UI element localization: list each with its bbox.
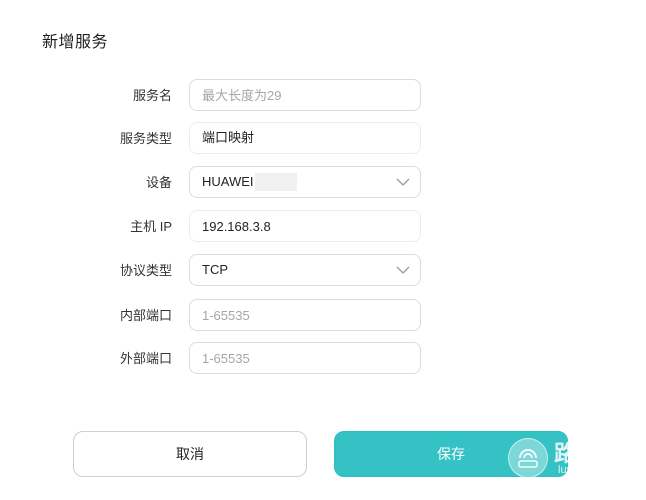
host-ip-row: 主机 IP <box>0 210 646 244</box>
page-title: 新增服务 <box>42 34 109 51</box>
watermark-url: luyouqi.com <box>558 464 617 476</box>
chevron-down-icon <box>396 178 410 186</box>
watermark: 路由器 luyouqi.com <box>508 436 638 484</box>
host-ip-input[interactable] <box>189 210 421 242</box>
service-type-value: 端口映射 <box>189 122 421 154</box>
protocol-label: 协议类型 <box>119 263 172 278</box>
device-label: 设备 <box>145 175 172 190</box>
host-ip-label: 主机 IP <box>130 219 172 234</box>
service-name-input[interactable] <box>189 79 421 111</box>
router-logo-icon <box>508 438 548 478</box>
service-name-label: 服务名 <box>132 88 172 103</box>
service-type-label: 服务类型 <box>119 131 172 146</box>
internal-port-input[interactable] <box>189 299 421 331</box>
device-name-redacted <box>255 173 297 191</box>
chevron-down-icon <box>396 266 410 274</box>
cancel-button[interactable]: 取消 <box>73 431 307 477</box>
device-select[interactable]: HUAWEI <box>189 166 421 198</box>
internal-port-row: 内部端口 <box>0 299 646 333</box>
service-name-row: 服务名 <box>0 79 646 113</box>
service-type-row: 服务类型 端口映射 <box>0 122 646 156</box>
internal-port-label: 内部端口 <box>119 308 172 323</box>
protocol-row: 协议类型 TCP <box>0 254 646 288</box>
external-port-row: 外部端口 <box>0 342 646 376</box>
protocol-select[interactable]: TCP <box>189 254 421 286</box>
external-port-label: 外部端口 <box>119 351 172 366</box>
external-port-input[interactable] <box>189 342 421 374</box>
protocol-select-value: TCP <box>202 262 228 277</box>
device-row: 设备 HUAWEI <box>0 166 646 200</box>
device-select-value: HUAWEI <box>202 174 254 189</box>
